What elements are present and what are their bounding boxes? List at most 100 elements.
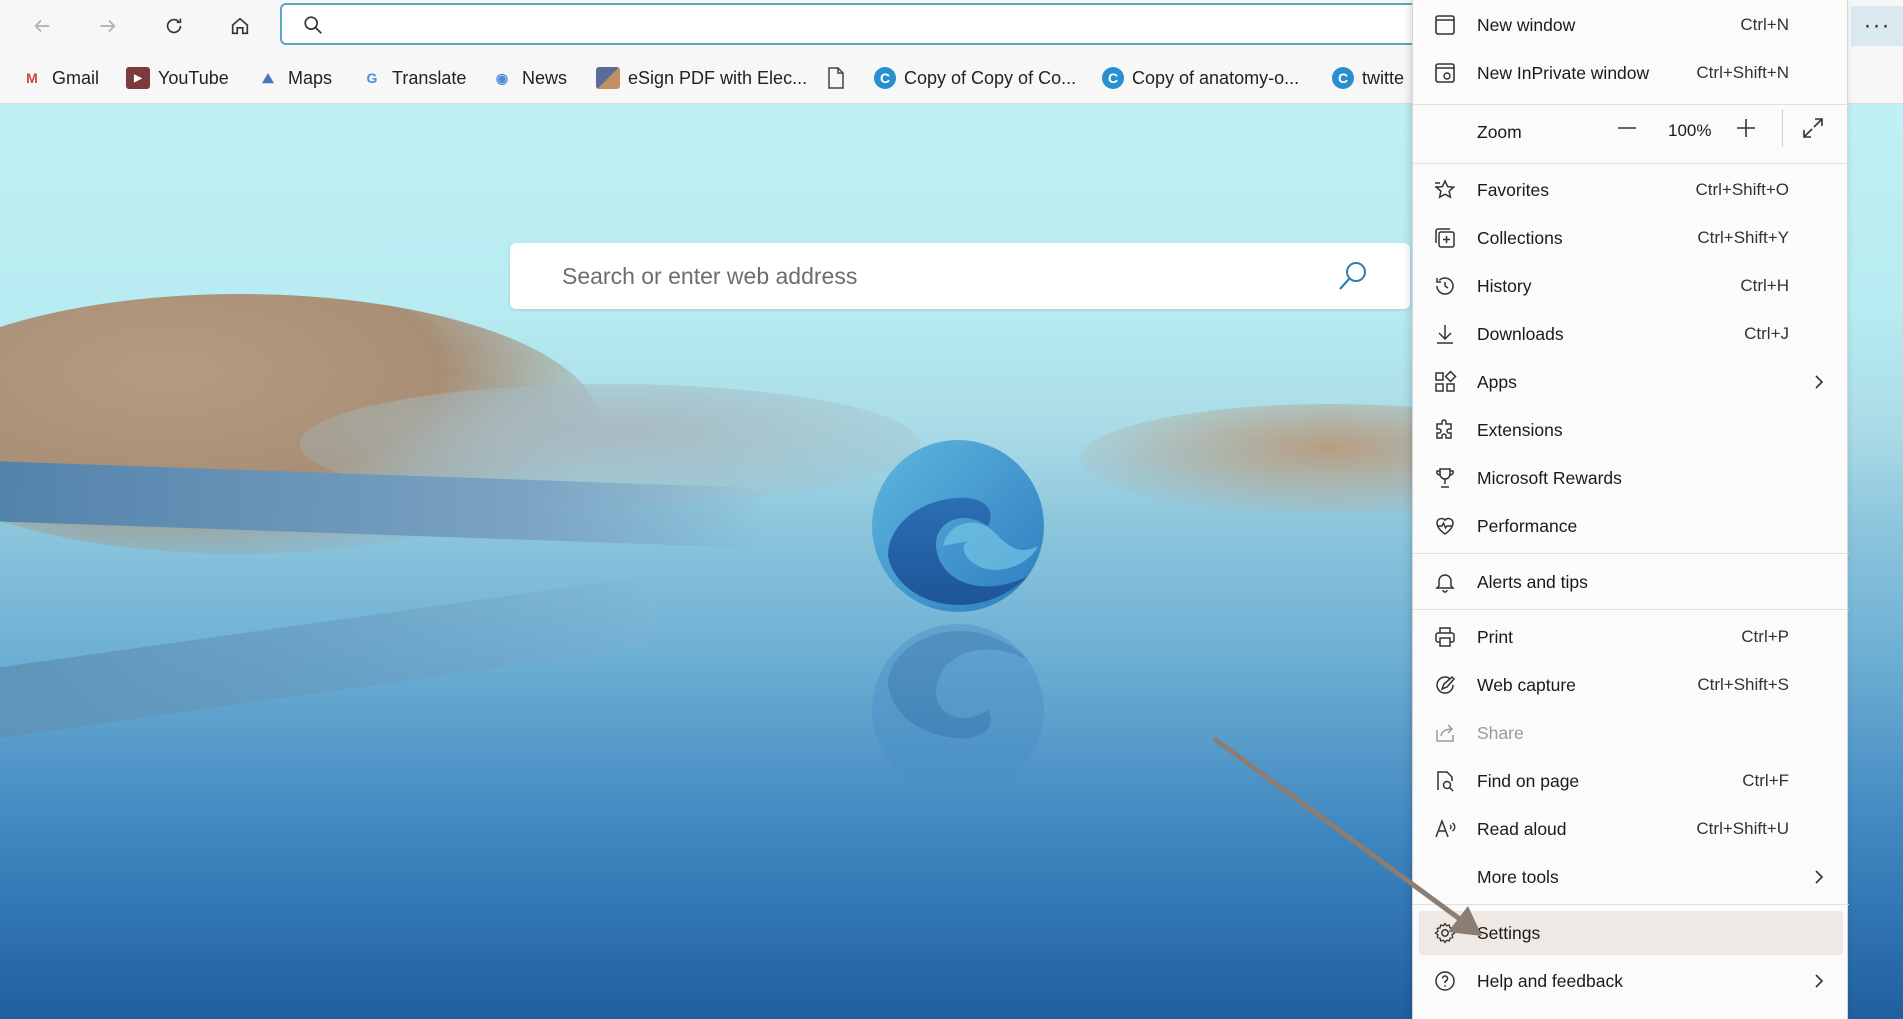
menu-item-label: New InPrivate window bbox=[1477, 62, 1650, 83]
extensions-icon bbox=[1431, 416, 1459, 444]
bookmark-news[interactable]: ◉ News bbox=[490, 64, 567, 92]
search-icon[interactable] bbox=[1336, 259, 1370, 293]
maps-icon: ⛰ bbox=[262, 69, 274, 86]
bookmark-label: eSign PDF with Elec... bbox=[628, 67, 808, 88]
menu-item-web-capture[interactable]: Web capture Ctrl+Shift+S bbox=[1413, 663, 1849, 707]
menu-item-downloads[interactable]: Downloads Ctrl+J bbox=[1413, 312, 1849, 356]
bookmark-label: Gmail bbox=[52, 67, 100, 88]
menu-item-label: Help and feedback bbox=[1477, 970, 1623, 991]
apps-icon bbox=[1431, 368, 1459, 396]
menu-item-label: Downloads bbox=[1477, 323, 1564, 344]
performance-heart-icon bbox=[1431, 512, 1459, 540]
full-screen-button[interactable] bbox=[1797, 112, 1829, 144]
edge-logo bbox=[872, 440, 1044, 612]
home-icon bbox=[231, 17, 249, 35]
edge-logo-reflection bbox=[872, 624, 1044, 796]
menu-item-shortcut: Ctrl+Shift+O bbox=[1695, 180, 1789, 199]
menu-item-print[interactable]: Print Ctrl+P bbox=[1413, 615, 1849, 659]
new-tab-search-box[interactable]: Search or enter web address bbox=[510, 243, 1410, 309]
bell-icon bbox=[1431, 568, 1459, 596]
menu-separator bbox=[1413, 163, 1849, 164]
menu-item-shortcut: Ctrl+Shift+U bbox=[1696, 819, 1789, 838]
menu-separator bbox=[1413, 104, 1849, 105]
menu-item-new-window[interactable]: New window Ctrl+N bbox=[1413, 3, 1849, 47]
menu-separator bbox=[1413, 609, 1849, 610]
canva-icon: C bbox=[1102, 67, 1124, 89]
menu-item-favorites[interactable]: Favorites Ctrl+Shift+O bbox=[1413, 168, 1849, 212]
settings-and-more-button[interactable]: ··· bbox=[1851, 6, 1903, 46]
bookmark-label: News bbox=[522, 67, 568, 88]
menu-item-label: Print bbox=[1477, 626, 1513, 647]
bookmark-canva-2[interactable]: C Copy of anatomy-o... bbox=[1102, 64, 1299, 92]
menu-item-help-and-feedback[interactable]: Help and feedback bbox=[1413, 959, 1849, 1003]
search-icon bbox=[304, 16, 322, 34]
youtube-icon: ▶ bbox=[126, 67, 150, 89]
zoom-in-button[interactable] bbox=[1730, 112, 1762, 144]
address-bar[interactable] bbox=[280, 3, 1420, 45]
chevron-right-icon bbox=[1815, 974, 1824, 988]
download-icon bbox=[1431, 320, 1459, 348]
rewards-trophy-icon bbox=[1431, 464, 1459, 492]
menu-item-shortcut: Ctrl+F bbox=[1742, 771, 1789, 790]
menu-item-alerts-and-tips[interactable]: Alerts and tips bbox=[1413, 560, 1849, 604]
back-button[interactable] bbox=[26, 10, 58, 42]
help-icon bbox=[1431, 967, 1459, 995]
zoom-separator bbox=[1782, 109, 1783, 147]
menu-item-new-inprivate-window[interactable]: New InPrivate window Ctrl+Shift+N bbox=[1413, 51, 1849, 95]
favorites-icon bbox=[1431, 176, 1459, 204]
home-button[interactable] bbox=[224, 10, 256, 42]
esign-icon bbox=[596, 67, 620, 89]
refresh-button[interactable] bbox=[158, 10, 190, 42]
menu-item-zoom: Zoom bbox=[1413, 110, 1573, 154]
menu-separator bbox=[1413, 553, 1849, 554]
zoom-out-button[interactable] bbox=[1611, 112, 1643, 144]
bookmark-canva-3[interactable]: C twitte bbox=[1332, 64, 1404, 92]
menu-item-shortcut: Ctrl+N bbox=[1740, 15, 1789, 34]
menu-item-collections[interactable]: Collections Ctrl+Shift+Y bbox=[1413, 216, 1849, 260]
menu-item-label: Alerts and tips bbox=[1477, 571, 1588, 592]
bookmark-label: Copy of anatomy-o... bbox=[1132, 67, 1300, 88]
menu-item-extensions[interactable]: Extensions bbox=[1413, 408, 1849, 452]
menu-item-shortcut: Ctrl+P bbox=[1741, 627, 1789, 646]
annotation-arrow bbox=[1213, 737, 1482, 936]
bookmark-youtube[interactable]: ▶ YouTube bbox=[126, 64, 229, 92]
history-icon bbox=[1431, 272, 1459, 300]
chevron-right-icon bbox=[1815, 375, 1824, 389]
canva-icon: C bbox=[1332, 67, 1354, 89]
inprivate-window-icon bbox=[1431, 59, 1459, 87]
chevron-right-icon bbox=[1815, 870, 1824, 884]
new-window-icon bbox=[1431, 11, 1459, 39]
forward-button[interactable] bbox=[92, 10, 124, 42]
news-icon: ◉ bbox=[495, 69, 509, 86]
menu-item-label: History bbox=[1477, 275, 1532, 296]
back-arrow-icon bbox=[34, 19, 50, 33]
shore-strip-lower bbox=[0, 575, 662, 743]
bookmark-gmail[interactable]: M Gmail bbox=[20, 64, 99, 92]
bookmark-document[interactable] bbox=[826, 64, 854, 92]
menu-item-label: New window bbox=[1477, 14, 1576, 35]
menu-item-performance[interactable]: Performance bbox=[1413, 504, 1849, 548]
bookmark-esign[interactable]: eSign PDF with Elec... bbox=[596, 64, 807, 92]
bookmark-translate[interactable]: G Translate bbox=[360, 64, 467, 92]
bookmark-label: twitte bbox=[1362, 67, 1405, 88]
search-placeholder: Search or enter web address bbox=[562, 263, 858, 289]
menu-item-shortcut: Ctrl+Shift+S bbox=[1697, 675, 1789, 694]
forward-arrow-icon bbox=[100, 19, 116, 33]
menu-item-shortcut: Ctrl+J bbox=[1744, 324, 1789, 343]
plus-icon bbox=[1737, 119, 1755, 137]
menu-item-shortcut: Ctrl+H bbox=[1740, 276, 1789, 295]
bookmark-canva-1[interactable]: C Copy of Copy of Co... bbox=[874, 64, 1076, 92]
menu-item-history[interactable]: History Ctrl+H bbox=[1413, 264, 1849, 308]
menu-item-shortcut: Ctrl+Shift+Y bbox=[1697, 228, 1789, 247]
menu-item-shortcut: Ctrl+Shift+N bbox=[1696, 63, 1789, 82]
canva-icon: C bbox=[874, 67, 896, 89]
minus-icon bbox=[1618, 127, 1636, 129]
bookmark-label: Translate bbox=[392, 67, 467, 88]
menu-item-label: Zoom bbox=[1477, 121, 1522, 142]
printer-icon bbox=[1431, 623, 1459, 651]
bookmark-maps[interactable]: ⛰ Maps bbox=[256, 64, 332, 92]
menu-item-apps[interactable]: Apps bbox=[1413, 360, 1849, 404]
menu-item-label: Microsoft Rewards bbox=[1477, 467, 1622, 488]
menu-item-microsoft-rewards[interactable]: Microsoft Rewards bbox=[1413, 456, 1849, 500]
menu-item-label: Apps bbox=[1477, 371, 1517, 392]
